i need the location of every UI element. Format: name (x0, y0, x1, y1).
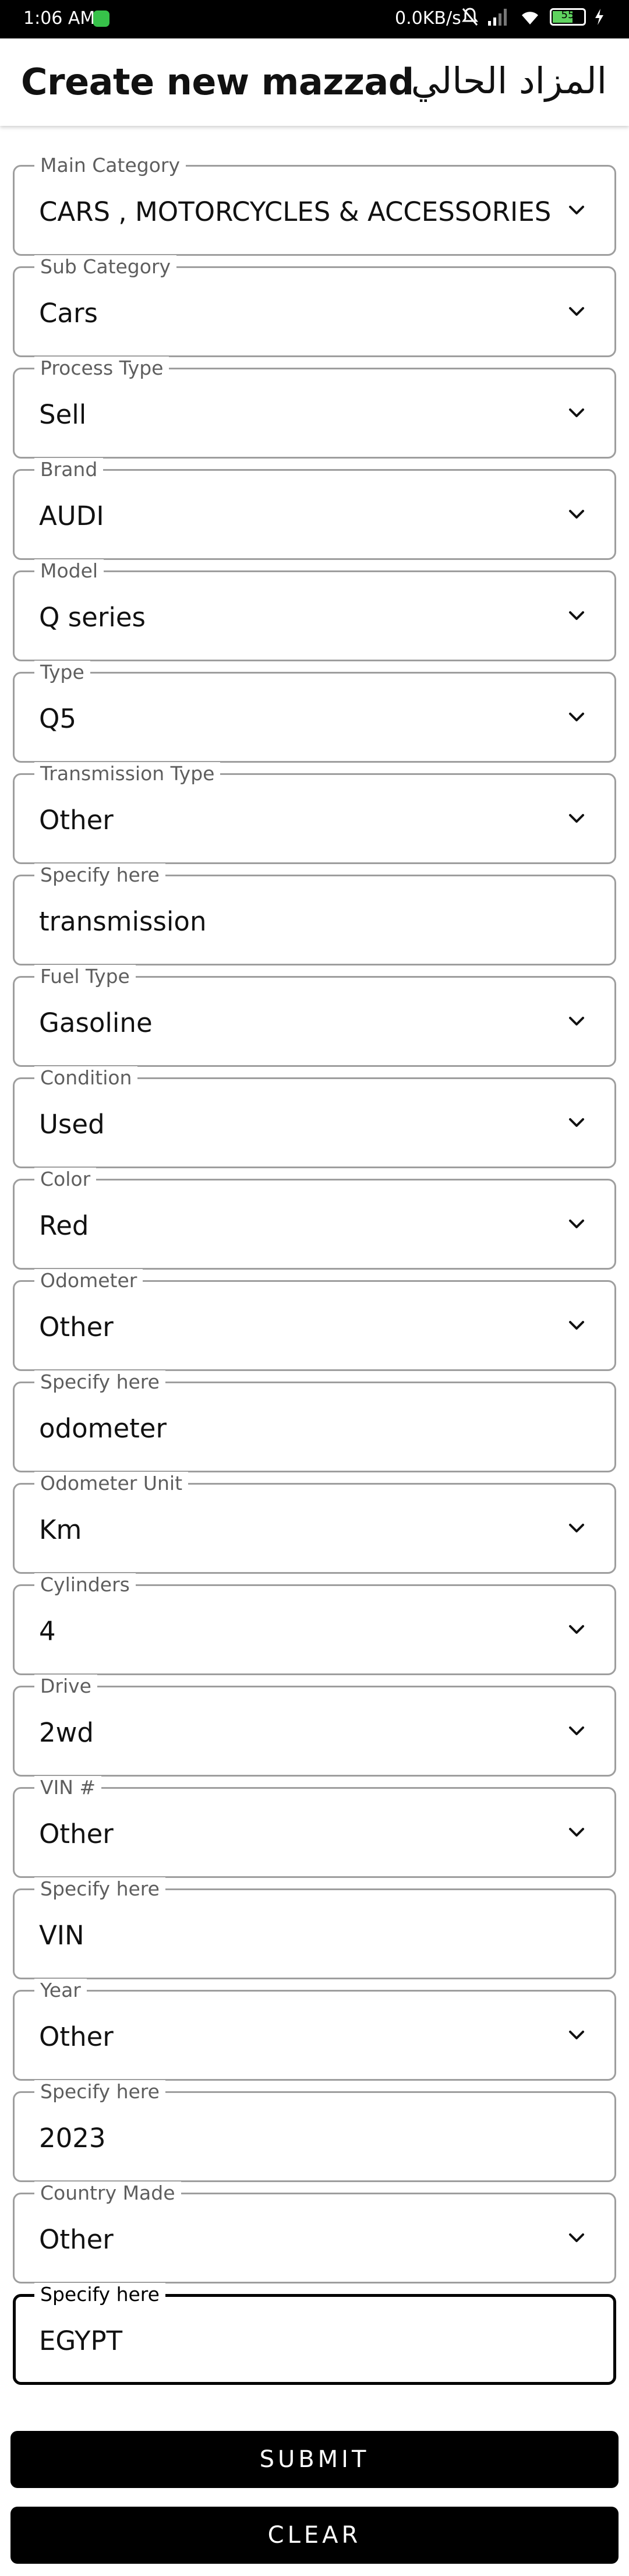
text-field-specify-here[interactable]: Specify here 2023 (13, 2080, 616, 2182)
field-value: 4 (39, 1616, 56, 1647)
field-value: AUDI (39, 501, 104, 531)
dropdown-cylinders[interactable]: Cylinders 4 (13, 1573, 616, 1675)
field-label: Transmission Type (34, 762, 221, 785)
chevron-down-icon[interactable] (568, 404, 585, 422)
clear-button[interactable]: CLEAR (10, 2507, 619, 2564)
field-value: Km (39, 1514, 82, 1545)
page-title: Create new mazzad (21, 61, 414, 103)
field-value: Other (39, 1819, 114, 1849)
status-bar: 1:06 AM 0.0KB/s 55 (0, 0, 629, 38)
field-label: VIN # (34, 1776, 102, 1799)
field-value: Other (39, 1312, 114, 1342)
dropdown-odometer-unit[interactable]: Odometer Unit Km (13, 1472, 616, 1574)
dropdown-transmission-type[interactable]: Transmission Type Other (13, 762, 616, 864)
field-value: Other (39, 2224, 114, 2255)
field-value: Q series (39, 602, 146, 633)
battery-icon: 55 (550, 8, 586, 26)
chevron-down-icon[interactable] (568, 202, 585, 219)
field-value: Q5 (39, 703, 77, 734)
chevron-down-icon[interactable] (568, 1722, 585, 1740)
dropdown-country-made[interactable]: Country Made Other (13, 2182, 616, 2283)
field-value: Used (39, 1109, 105, 1140)
field-value: Sell (39, 399, 87, 430)
dropdown-vin[interactable]: VIN # Other (13, 1776, 616, 1878)
field-value: VIN (39, 1920, 84, 1951)
field-value: Red (39, 1210, 89, 1241)
current-auction-title: المزاد الحالي (411, 59, 607, 102)
field-label: Sub Category (34, 255, 177, 279)
mute-icon (462, 8, 478, 26)
field-label: Specify here (34, 1370, 165, 1394)
field-label: Specify here (34, 2283, 165, 2306)
field-label: Year (34, 1979, 87, 2002)
charging-icon (595, 9, 603, 25)
field-value: Cars (39, 298, 98, 329)
app-bar: Create new mazzad المزاد الحالي (0, 38, 629, 126)
field-label: Cylinders (34, 1573, 136, 1597)
dropdown-sub-category[interactable]: Sub Category Cars (13, 255, 616, 357)
dropdown-drive[interactable]: Drive 2wd (13, 1675, 616, 1777)
dropdown-odometer[interactable]: Odometer Other (13, 1269, 616, 1371)
status-icons: 55 (461, 7, 605, 27)
chevron-down-icon[interactable] (568, 1317, 585, 1334)
text-field-specify-here[interactable]: Specify here VIN (13, 1877, 616, 1979)
status-time: 1:06 AM (23, 8, 96, 29)
dropdown-color[interactable]: Color Red (13, 1168, 616, 1270)
chevron-down-icon[interactable] (568, 1013, 585, 1030)
field-value: 2023 (39, 2123, 106, 2154)
network-speed: 0.0KB/s (395, 8, 461, 29)
chevron-down-icon[interactable] (568, 1215, 585, 1233)
chevron-down-icon[interactable] (568, 506, 585, 523)
dropdown-brand[interactable]: Brand AUDI (13, 458, 616, 560)
field-value: 2wd (39, 1717, 94, 1748)
field-label: Specify here (34, 1877, 165, 1901)
field-label: Process Type (34, 357, 169, 380)
submit-button[interactable]: SUBMIT (10, 2431, 619, 2488)
dropdown-main-category[interactable]: Main Category CARS , MOTORCYCLES & ACCESS… (13, 154, 616, 256)
dropdown-condition[interactable]: Condition Used (13, 1066, 616, 1168)
chevron-down-icon[interactable] (568, 1520, 585, 1537)
chevron-down-icon[interactable] (568, 810, 585, 827)
chevron-down-icon[interactable] (568, 2229, 585, 2247)
chevron-down-icon[interactable] (568, 709, 585, 726)
signal-icon (488, 9, 507, 26)
field-value: Gasoline (39, 1007, 153, 1038)
field-value: odometer (39, 1413, 167, 1444)
chevron-down-icon[interactable] (568, 607, 585, 625)
dropdown-fuel-type[interactable]: Fuel Type Gasoline (13, 965, 616, 1067)
field-label: Condition (34, 1066, 138, 1090)
field-label: Brand (34, 458, 104, 481)
field-value: EGYPT (39, 2325, 123, 2356)
field-label: Odometer Unit (34, 1472, 189, 1495)
dropdown-process-type[interactable]: Process Type Sell (13, 357, 616, 459)
field-label: Type (34, 661, 90, 684)
field-value: Other (39, 2021, 114, 2052)
field-label: Color (34, 1168, 97, 1191)
field-value: Other (39, 805, 114, 836)
field-label: Fuel Type (34, 965, 136, 988)
field-label: Specify here (34, 864, 165, 887)
app-notification-icon (93, 10, 109, 27)
field-label: Main Category (34, 154, 186, 177)
wifi-icon (522, 12, 538, 24)
battery-level: 55 (561, 9, 575, 21)
field-label: Drive (34, 1675, 97, 1698)
text-field-specify-here[interactable]: Specify here transmission (13, 864, 616, 965)
field-label: Specify here (34, 2080, 165, 2103)
dropdown-type[interactable]: Type Q5 (13, 661, 616, 763)
chevron-down-icon[interactable] (568, 2027, 585, 2044)
text-field-specify-here[interactable]: Specify here odometer (13, 1370, 616, 1472)
field-value: transmission (39, 906, 207, 937)
dropdown-year[interactable]: Year Other (13, 1979, 616, 2081)
chevron-down-icon[interactable] (568, 303, 585, 320)
text-field-specify-here[interactable]: Specify here EGYPT (13, 2283, 616, 2385)
dropdown-model[interactable]: Model Q series (13, 559, 616, 661)
chevron-down-icon[interactable] (568, 1621, 585, 1638)
field-label: Odometer (34, 1269, 143, 1292)
field-label: Model (34, 559, 104, 583)
chevron-down-icon[interactable] (568, 1824, 585, 1841)
chevron-down-icon[interactable] (568, 1114, 585, 1132)
field-value: CARS , MOTORCYCLES & ACCESSORIES (39, 196, 552, 227)
field-label: Country Made (34, 2182, 181, 2205)
